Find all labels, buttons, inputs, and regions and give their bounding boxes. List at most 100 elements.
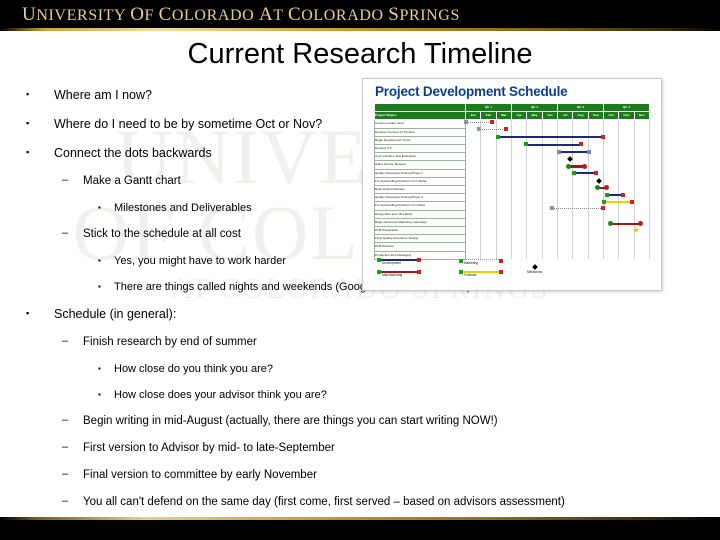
gantt-grid-cell (556, 185, 573, 194)
bullet-level-3: ▪ How close do you think you are? (0, 363, 700, 376)
gantt-task-row: Alpha Version Release (374, 160, 651, 170)
gantt-legend-label: Forecast (464, 273, 477, 277)
gantt-grid-cell (572, 177, 589, 186)
gantt-legend-end-cap (417, 258, 421, 262)
gantt-grid-cell (495, 144, 512, 153)
gantt-grid-cell (587, 193, 604, 202)
gantt-grid-cell (464, 234, 481, 243)
gantt-grid-cell (587, 136, 604, 145)
bullet-level-1: ▪ Schedule (in general): (0, 307, 700, 321)
gantt-task-row: Fix Outstanding Problems from Beta (374, 201, 651, 211)
gantt-grid-cell (526, 119, 543, 129)
bullet-marker: ▪ (26, 118, 30, 128)
bullet-marker: – (62, 495, 69, 507)
gantt-legend-label: Manufacturing (382, 273, 403, 277)
gantt-grid-cell (633, 218, 651, 227)
gantt-grid-cell (572, 193, 589, 202)
gantt-legend-swatch (459, 259, 503, 263)
gantt-grid-cell (618, 201, 635, 211)
gantt-grid-cell (541, 218, 558, 227)
bullet-marker: ▪ (98, 364, 101, 373)
gantt-task-name: Alpha Version Release (374, 160, 466, 170)
gantt-grid-cell (572, 119, 589, 129)
gantt-task-name: Custom market need (374, 119, 466, 129)
gantt-grid-cell (480, 210, 497, 219)
gantt-task-name: Fix Outstanding Problems from Beta (374, 201, 466, 211)
bullet-marker: – (62, 468, 69, 480)
gantt-grid-cell (633, 234, 651, 243)
gantt-grid-cell (541, 169, 558, 178)
gantt-task-name: Quality Assurance Testing Phase 2 (374, 193, 466, 203)
gantt-grid-cell (480, 119, 497, 129)
gantt-grid-cell (618, 136, 635, 145)
gantt-grid-cell (510, 242, 527, 252)
gantt-task-name: PCB Preparation (374, 226, 466, 236)
gantt-grid-cell (495, 136, 512, 145)
gantt-grid-cell (633, 136, 651, 145)
gantt-grid-cell (587, 234, 604, 243)
gantt-grid-cell (633, 242, 651, 252)
gantt-grid-cell (633, 193, 651, 202)
gantt-task-name: Design Box and CD Labels (374, 210, 466, 219)
gantt-grid-cell (587, 144, 604, 153)
gantt-grid-cell (633, 226, 651, 235)
gantt-grid-cell (541, 185, 558, 194)
gantt-task-row: User Interface Test Evaluation (374, 152, 651, 162)
gantt-grid-cell (526, 201, 543, 211)
bullet-level-2: – Final version to committee by early Nov… (0, 468, 700, 482)
gantt-task-row: Quality Assurance Testing Phase 2 (374, 193, 651, 203)
gantt-grid-cell (618, 193, 635, 202)
bullet-marker: ▪ (26, 308, 30, 318)
gantt-grid-cell (572, 136, 589, 145)
gantt-grid-cell (480, 177, 497, 186)
gantt-grid-cell (633, 169, 651, 178)
gantt-grid-cell (633, 177, 651, 186)
gantt-grid-cell (495, 128, 512, 137)
bullet-level-2: – Finish research by end of summer (0, 335, 700, 349)
bullet-marker: ▪ (26, 147, 30, 157)
gantt-grid-cell (541, 160, 558, 170)
gantt-grid-cell (526, 136, 543, 145)
gantt-task-row: Quality Assurance Testing Phase 1 (374, 169, 651, 178)
gantt-grid-cell (556, 128, 573, 137)
bullet-marker: ▪ (98, 256, 101, 265)
page-title: Current Research Timeline (187, 38, 533, 70)
gantt-grid-cell (572, 218, 589, 227)
footer-gold-rule (0, 517, 720, 520)
bullet-level-2: – Begin writing in mid-August (actually, … (0, 414, 700, 428)
gantt-task-name: Beta Version Release (374, 185, 466, 195)
gantt-task-rows: Custom market need Develop Concept for Pr… (374, 119, 651, 260)
gantt-month-header: Jun (541, 111, 558, 121)
gantt-grid-cell (587, 226, 604, 235)
gantt-grid-cell (526, 226, 543, 235)
gantt-grid-cell (510, 177, 527, 186)
gantt-grid-cell (526, 218, 543, 227)
gantt-grid-cell (510, 201, 527, 211)
bullet-text: How close do you think you are? (114, 363, 273, 375)
gantt-grid-cell (541, 152, 558, 161)
gantt-grid-cell (464, 144, 481, 153)
gantt-grid-cell (526, 193, 543, 202)
gantt-month-header: Jul (556, 111, 574, 121)
gantt-grid-cell (587, 177, 604, 186)
gantt-grid-cell (556, 136, 573, 145)
gantt-table: Qtr 1 Qtr 2 Qtr 3 Qtr 4 Project Stages Jan Fe… (374, 102, 651, 260)
gantt-grid-cell (633, 210, 651, 219)
gantt-grid-cell (602, 242, 619, 252)
gantt-legend: Development Manufacturing Marketing Forecas… (377, 257, 647, 285)
bullet-marker: ▪ (98, 203, 101, 212)
gantt-grid-cell (602, 119, 619, 129)
gantt-grid-cell (510, 136, 527, 145)
gantt-grid-cell (510, 144, 527, 153)
gantt-grid-cell (602, 193, 619, 202)
gantt-grid-cell (510, 218, 527, 227)
gantt-grid-cell (618, 185, 635, 194)
gantt-task-name: User Interface Test Evaluation (374, 152, 466, 162)
gantt-grid-cell (526, 210, 543, 219)
gantt-grid-cell (510, 210, 527, 219)
gantt-grid-cell (541, 226, 558, 235)
gantt-grid-cell (464, 210, 481, 219)
milestone-diamond-icon (532, 264, 538, 270)
gantt-legend-end-cap (417, 270, 421, 274)
gantt-grid-cell (556, 226, 573, 235)
